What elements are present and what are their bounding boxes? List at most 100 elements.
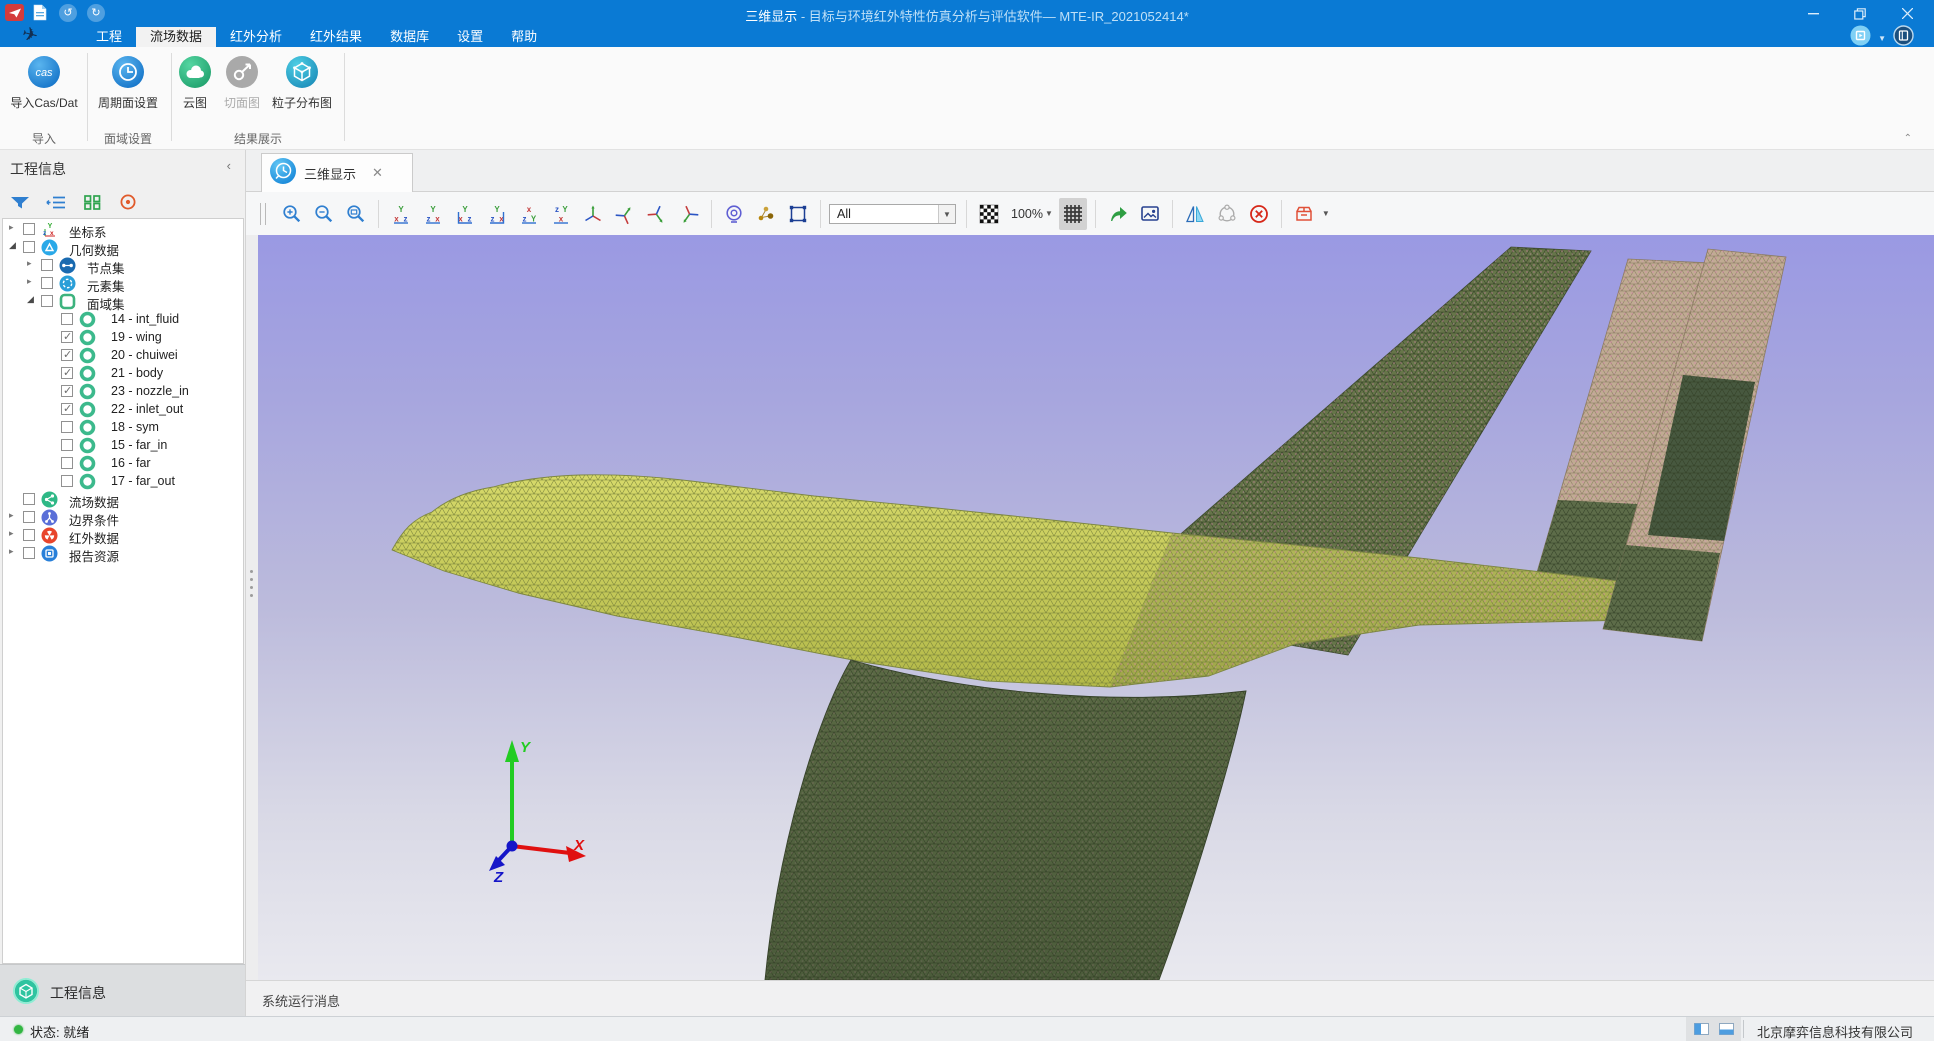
tree-checkbox[interactable]: [61, 367, 73, 379]
tree-checkbox[interactable]: [23, 511, 35, 523]
view-bottom-icon[interactable]: zYx: [547, 198, 575, 230]
tree-checkbox[interactable]: [41, 259, 53, 271]
export-arrow-icon[interactable]: [1104, 198, 1132, 230]
view-iso-1-icon[interactable]: [579, 198, 607, 230]
probe-icon[interactable]: [720, 198, 748, 230]
panel-collapse-icon[interactable]: ‹: [227, 158, 231, 173]
view-top-icon[interactable]: xzY: [515, 198, 543, 230]
menu-item-3[interactable]: 红外结果: [296, 27, 376, 47]
tree-checkbox[interactable]: [41, 277, 53, 289]
tree-item-边界条件[interactable]: ▸边界条件: [3, 508, 243, 526]
view-front-icon[interactable]: Yxz: [387, 198, 415, 230]
tree-checkbox[interactable]: [61, 457, 73, 469]
menu-item-5[interactable]: 设置: [443, 27, 497, 47]
tree-item-报告资源[interactable]: ▸报告资源: [3, 544, 243, 562]
grid-icon[interactable]: [81, 193, 103, 211]
combo-dropdown-icon[interactable]: ▼: [938, 205, 955, 223]
tree-item-节点集[interactable]: ▸节点集: [3, 256, 243, 274]
snapshot-icon[interactable]: [1136, 198, 1164, 230]
view-right-icon[interactable]: Yzx: [483, 198, 511, 230]
tree-checkbox[interactable]: [41, 295, 53, 307]
menu-item-2[interactable]: 红外分析: [216, 27, 296, 47]
view-left-icon[interactable]: Yxz: [451, 198, 479, 230]
tree-item-18-sym[interactable]: 18 - sym: [3, 418, 243, 436]
tree-item-面域集[interactable]: ◢面域集: [3, 292, 243, 310]
tree-checkbox[interactable]: [61, 385, 73, 397]
tree-checkbox[interactable]: [61, 403, 73, 415]
panel-splitter[interactable]: [246, 235, 258, 980]
tree-item-15-far_in[interactable]: 15 - far_in: [3, 436, 243, 454]
mirror-icon[interactable]: [1181, 198, 1209, 230]
package-dropdown-icon[interactable]: ▼: [1322, 209, 1330, 218]
tree-checkbox[interactable]: [23, 241, 35, 253]
view-back-icon[interactable]: Yzx: [419, 198, 447, 230]
menu-item-6[interactable]: 帮助: [497, 27, 551, 47]
zoom-dropdown-icon[interactable]: ▼: [1045, 209, 1053, 218]
tree-item-14-int_fluid[interactable]: 14 - int_fluid: [3, 310, 243, 328]
view-iso-3-icon[interactable]: [643, 198, 671, 230]
ribbon-button-0[interactable]: cas导入Cas/Dat: [0, 55, 89, 111]
tree-checkbox[interactable]: [61, 349, 73, 361]
tree-checkbox[interactable]: [61, 475, 73, 487]
tab-close-icon[interactable]: ✕: [372, 165, 383, 181]
tree-item-红外数据[interactable]: ▸红外数据: [3, 526, 243, 544]
restore-button[interactable]: [1845, 0, 1875, 27]
cancel-icon[interactable]: [1245, 198, 1273, 230]
mesh-grid-toggle[interactable]: [1059, 198, 1087, 230]
zoom-fit-icon[interactable]: [342, 198, 370, 230]
tree-item-19-wing[interactable]: 19 - wing: [3, 328, 243, 346]
package-icon[interactable]: [1290, 198, 1318, 230]
tree-expander-icon[interactable]: ◢: [9, 240, 16, 251]
ribbon-button-4[interactable]: 粒子分布图: [257, 55, 347, 111]
zoom-in-icon[interactable]: [278, 198, 306, 230]
region-select-icon[interactable]: [784, 198, 812, 230]
viewport-3d[interactable]: Y X Z: [258, 235, 1934, 980]
zoom-level-value[interactable]: 100%: [1011, 207, 1043, 221]
menu-item-4[interactable]: 数据库: [376, 27, 443, 47]
view-iso-2-icon[interactable]: [611, 198, 639, 230]
tree-item-16-far[interactable]: 16 - far: [3, 454, 243, 472]
tree-expander-icon[interactable]: ▸: [9, 546, 14, 557]
zoom-out-icon[interactable]: [310, 198, 338, 230]
display-filter-select[interactable]: All ▼: [829, 204, 956, 224]
tree-expander-icon[interactable]: ◢: [27, 294, 34, 305]
layout-split-left-icon[interactable]: [1694, 1023, 1709, 1035]
menu-item-1[interactable]: 流场数据: [136, 27, 216, 47]
tree-expander-icon[interactable]: ▸: [9, 528, 14, 539]
toolbar-drag-handle[interactable]: [260, 203, 266, 225]
close-button[interactable]: [1892, 0, 1922, 27]
mode-dropdown-icon[interactable]: ▼: [1878, 34, 1886, 43]
minimize-button[interactable]: [1798, 0, 1828, 27]
tree-expander-icon[interactable]: ▸: [27, 258, 32, 269]
target-icon[interactable]: [117, 193, 139, 211]
tree-checkbox[interactable]: [23, 529, 35, 541]
tree-expander-icon[interactable]: ▸: [9, 510, 14, 521]
layout-split-bottom-icon[interactable]: [1719, 1023, 1734, 1035]
panel-footer[interactable]: 工程信息: [0, 964, 245, 1016]
tree-checkbox[interactable]: [61, 313, 73, 325]
tab-3d-display[interactable]: 三维显示 ✕: [261, 153, 413, 192]
tree-checkbox[interactable]: [61, 421, 73, 433]
transparency-icon[interactable]: [975, 198, 1003, 230]
list-icon[interactable]: [45, 193, 67, 211]
tree-item-21-body[interactable]: 21 - body: [3, 364, 243, 382]
tree-checkbox[interactable]: [23, 223, 35, 235]
view-iso-4-icon[interactable]: [675, 198, 703, 230]
orbit-icon[interactable]: [1213, 198, 1241, 230]
tree-checkbox[interactable]: [61, 331, 73, 343]
tree-expander-icon[interactable]: ▸: [9, 222, 14, 233]
tree-item-几何数据[interactable]: ◢几何数据: [3, 238, 243, 256]
tree-item-23-nozzle_in[interactable]: 23 - nozzle_in: [3, 382, 243, 400]
tree-item-20-chuiwei[interactable]: 20 - chuiwei: [3, 346, 243, 364]
menu-item-0[interactable]: 工程: [82, 27, 136, 47]
filter-icon[interactable]: [9, 193, 31, 211]
node-display-icon[interactable]: [752, 198, 780, 230]
tree-checkbox[interactable]: [61, 439, 73, 451]
tree-checkbox[interactable]: [23, 493, 35, 505]
tree-item-17-far_out[interactable]: 17 - far_out: [3, 472, 243, 490]
tree-item-元素集[interactable]: ▸元素集: [3, 274, 243, 292]
tree-item-22-inlet_out[interactable]: 22 - inlet_out: [3, 400, 243, 418]
tree-expander-icon[interactable]: ▸: [27, 276, 32, 287]
tree-checkbox[interactable]: [23, 547, 35, 559]
tree-item-流场数据[interactable]: 流场数据: [3, 490, 243, 508]
